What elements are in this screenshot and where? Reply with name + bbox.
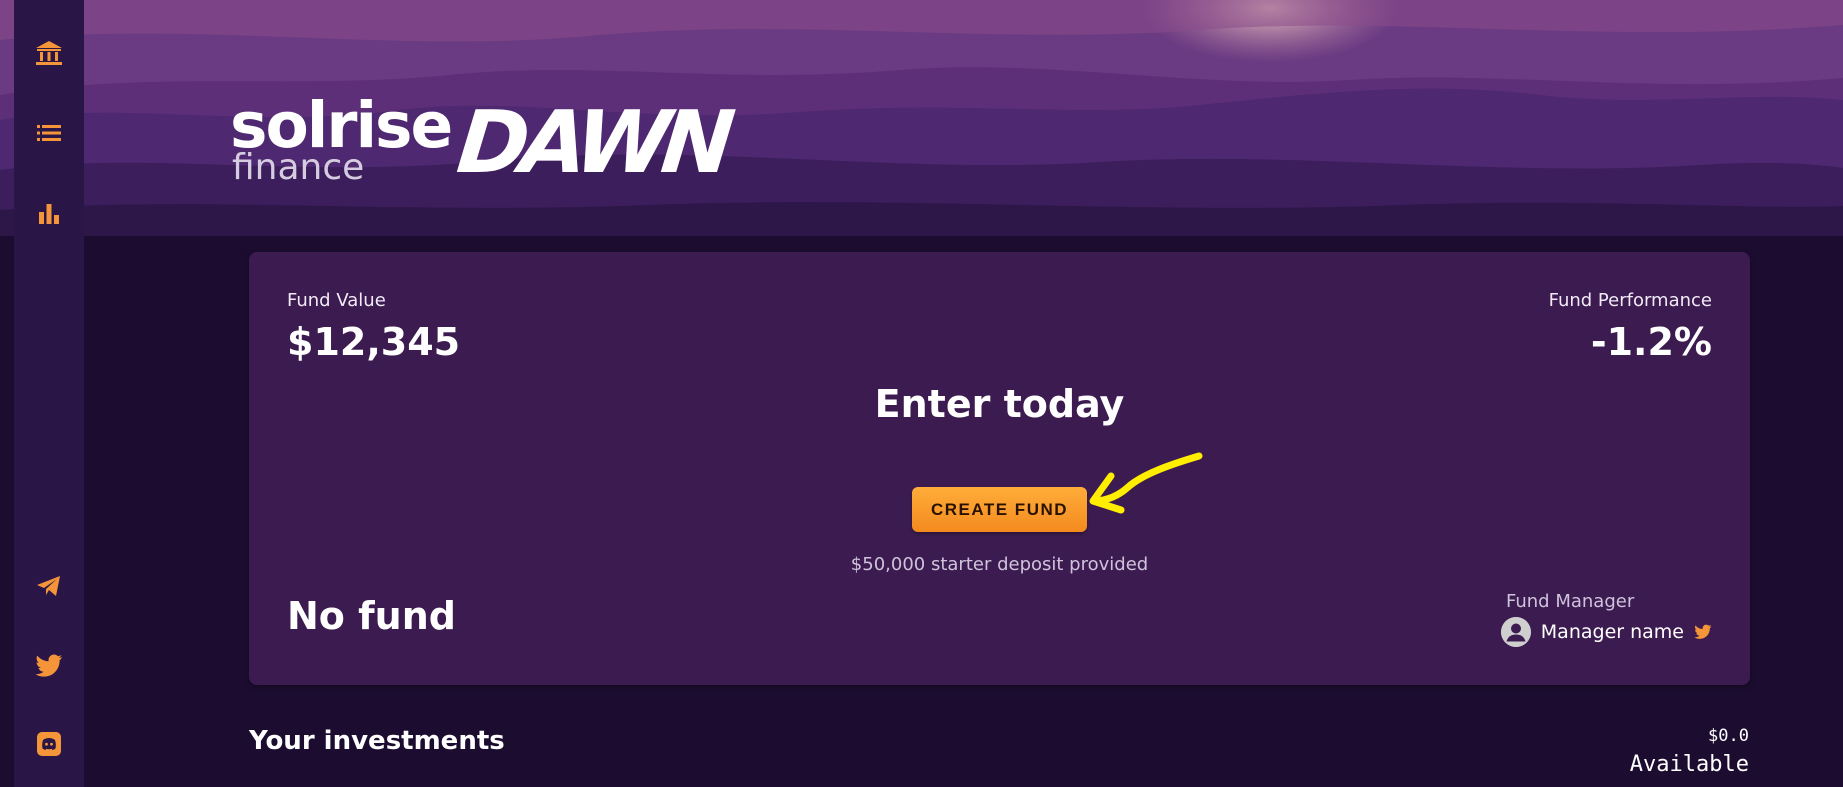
- fund-performance-label: Fund Performance: [1548, 290, 1712, 311]
- fund-performance: -1.2%: [1590, 320, 1712, 364]
- twitter-icon[interactable]: [14, 641, 84, 691]
- annotation-arrow-icon: [1089, 452, 1203, 514]
- bar-chart-icon[interactable]: [14, 188, 84, 238]
- fund-manager-label: Fund Manager: [1506, 591, 1635, 612]
- fund-value-label: Fund Value: [287, 290, 386, 311]
- discord-icon[interactable]: [14, 719, 84, 769]
- deposit-note: $50,000 starter deposit provided: [850, 554, 1149, 575]
- fund-card: Fund Value $12,345 Fund Performance -1.2…: [249, 252, 1750, 685]
- manager-name: Manager name: [1540, 621, 1684, 643]
- available-label: Available: [1629, 752, 1749, 777]
- list-icon[interactable]: [14, 108, 84, 158]
- headline: Enter today: [874, 382, 1125, 426]
- investments-title: Your investments: [249, 726, 505, 756]
- telegram-icon[interactable]: [14, 561, 84, 611]
- fund-value: $12,345: [287, 320, 461, 364]
- brand-logo: solrise finance DAWN: [230, 93, 732, 193]
- avatar: [1500, 617, 1531, 647]
- brand-sub: finance: [232, 147, 365, 188]
- sidebar: [14, 0, 84, 787]
- available-amount: $0.0: [1708, 726, 1749, 746]
- twitter-icon[interactable]: [1694, 624, 1712, 640]
- create-fund-button[interactable]: CREATE FUND: [912, 487, 1087, 532]
- product-name: DAWN: [452, 93, 732, 193]
- fund-name: No fund: [287, 594, 456, 638]
- fund-manager: Manager name: [1500, 616, 1712, 648]
- bank-icon[interactable]: [14, 28, 84, 78]
